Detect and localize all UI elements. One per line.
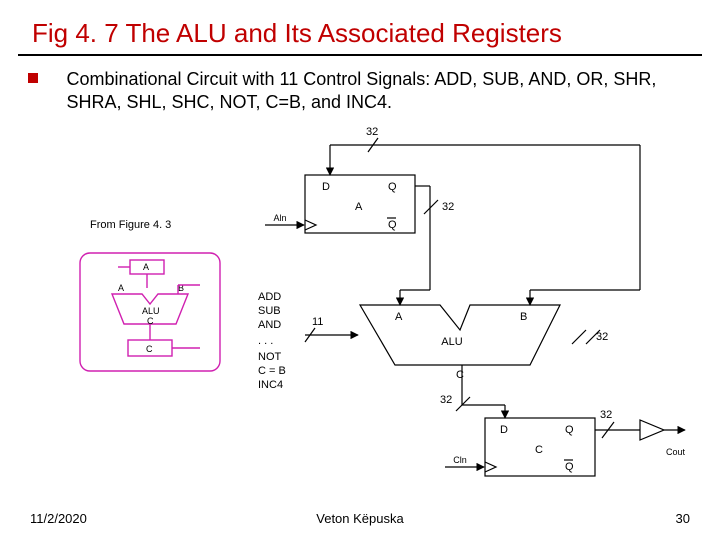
- sig-sub: SUB: [258, 305, 281, 317]
- sig-ceqb: C = B: [258, 365, 286, 377]
- regC-name: C: [535, 444, 543, 456]
- bus-width-c-right: 32: [600, 409, 612, 421]
- ctrl-bus-width: 11: [312, 316, 323, 328]
- inset-cbot: C: [146, 344, 153, 354]
- bus-width-top: 32: [366, 126, 378, 138]
- diagram-svg: 32 D Q A Q Aln 32 A B ALU C 11 ADD SUB A…: [0, 0, 720, 540]
- regA-Q: Q: [388, 181, 397, 193]
- bus-width-c-left: 32: [440, 394, 452, 406]
- regC-D: D: [500, 424, 508, 436]
- sig-add: ADD: [258, 291, 281, 303]
- cout-label: Cout: [666, 447, 686, 457]
- regC-Q: Q: [565, 424, 574, 436]
- regA-Qbar: Q: [388, 219, 397, 231]
- inset-top: A: [143, 262, 149, 272]
- alu-B: B: [520, 311, 527, 323]
- footer-page-number: 30: [676, 511, 690, 526]
- regA-clk-label: Aln: [273, 213, 286, 223]
- bus-width-a-out: 32: [442, 201, 454, 213]
- regC-clk-label: Cln: [453, 455, 467, 465]
- alu-name: ALU: [441, 336, 462, 348]
- inset-caption: From Figure 4. 3: [90, 219, 171, 231]
- regC-Qbar: Q: [565, 461, 574, 473]
- regA-name: A: [355, 201, 363, 213]
- inset-alu: ALU: [142, 306, 160, 316]
- sig-and: AND: [258, 319, 281, 331]
- sig-ellipsis: . . .: [258, 335, 273, 347]
- sig-inc4: INC4: [258, 379, 283, 391]
- sig-not: NOT: [258, 351, 282, 363]
- alu-C: C: [456, 369, 464, 381]
- regA-D: D: [322, 181, 330, 193]
- alu-A: A: [395, 311, 403, 323]
- inset-A: A: [118, 283, 124, 293]
- footer-author: Veton Këpuska: [0, 511, 720, 526]
